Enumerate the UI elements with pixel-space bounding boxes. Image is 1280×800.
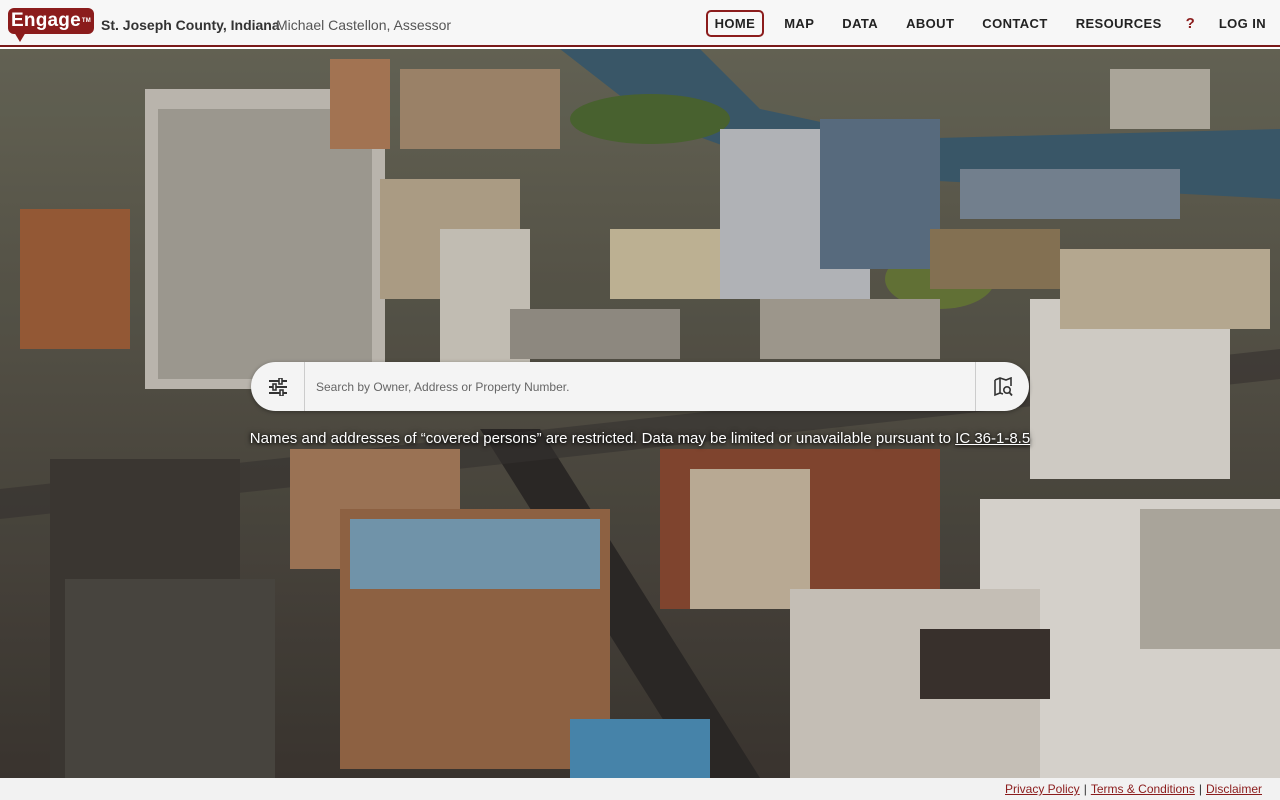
notice-text: Names and addresses of “covered persons”… — [249, 430, 956, 447]
nav-data[interactable]: DATA — [834, 10, 886, 37]
map-search-icon — [993, 376, 1013, 396]
hero-city-image — [0, 49, 1280, 778]
nav-about[interactable]: ABOUT — [898, 10, 962, 37]
county-name: St. Joseph County, Indiana — [101, 17, 280, 33]
nav-login[interactable]: LOG IN — [1211, 10, 1274, 37]
header: Engage TM St. Joseph County, Indiana Mic… — [0, 0, 1280, 47]
disclaimer-link[interactable]: Disclaimer — [1206, 782, 1262, 796]
footer-separator: | — [1083, 782, 1087, 796]
nav-home[interactable]: HOME — [705, 10, 765, 37]
search-input[interactable] — [305, 362, 975, 411]
sliders-icon — [268, 377, 287, 396]
footer-separator: | — [1198, 782, 1202, 796]
statute-link[interactable]: IC 36-1-8.5 — [955, 430, 1030, 447]
nav-map[interactable]: MAP — [776, 10, 822, 37]
logo-trademark: TM — [81, 18, 91, 24]
main-nav: HOME MAP DATA ABOUT CONTACT RESOURCES ? … — [700, 0, 1280, 47]
nav-resources[interactable]: RESOURCES — [1068, 10, 1170, 37]
terms-link[interactable]: Terms & Conditions — [1091, 782, 1195, 796]
privacy-policy-link[interactable]: Privacy Policy — [1005, 782, 1080, 796]
covered-persons-notice: Names and addresses of “covered persons”… — [0, 430, 1280, 447]
help-icon[interactable]: ? — [1182, 9, 1199, 38]
engage-logo[interactable]: Engage TM — [8, 8, 94, 34]
logo-text: Engage — [11, 10, 81, 31]
map-search-button[interactable] — [975, 362, 1029, 411]
assessor-name: Michael Castellon, Assessor — [276, 17, 452, 33]
property-search-bar — [251, 362, 1029, 411]
footer: Privacy Policy | Terms & Conditions | Di… — [0, 778, 1280, 800]
city-aerial-illustration — [0, 49, 1280, 778]
nav-contact[interactable]: CONTACT — [974, 10, 1055, 37]
logo-tail — [14, 32, 26, 42]
search-filter-button[interactable] — [251, 362, 305, 411]
